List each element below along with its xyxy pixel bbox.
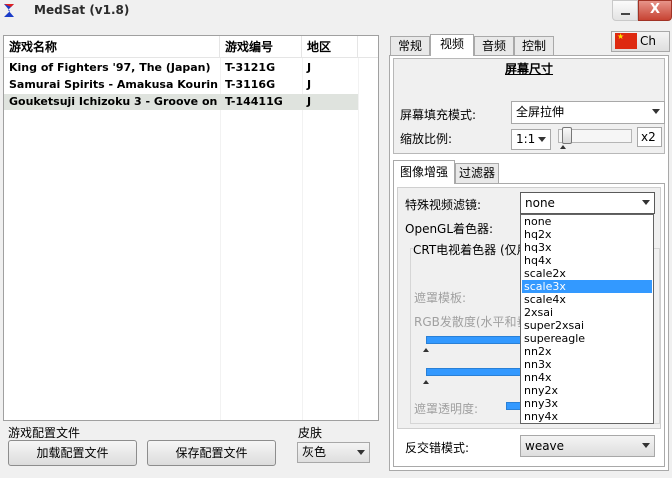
scale-multiplier: x2: [637, 127, 662, 147]
tab-controls[interactable]: 控制: [514, 36, 554, 56]
skin-value: 灰色: [302, 445, 327, 459]
game-region: J: [307, 61, 312, 74]
filter-value: none: [525, 196, 555, 210]
tab-general[interactable]: 常规: [390, 36, 430, 56]
table-row[interactable]: King of Fighters '97, The (Japan) T-3121…: [4, 60, 358, 76]
fill-mode-select[interactable]: 全屏拉伸: [511, 101, 665, 124]
table-row[interactable]: Samurai Spirits - Amakusa Kourin ... T-3…: [4, 77, 358, 93]
fill-mode-label: 屏幕填充模式:: [400, 108, 477, 122]
game-name: Gouketsuji Ichizoku 3 - Groove on ...: [9, 95, 220, 108]
game-name: King of Fighters '97, The (Japan): [9, 61, 211, 74]
load-config-button[interactable]: 加载配置文件: [8, 440, 137, 466]
filter-option-2xsai[interactable]: 2xsai: [522, 306, 652, 319]
save-config-button[interactable]: 保存配置文件: [147, 440, 276, 466]
deinterlace-label: 反交错模式:: [405, 441, 470, 455]
title-bar: MedSat (v1.8) X: [0, 0, 672, 26]
column-header-region[interactable]: 地区: [302, 36, 358, 58]
shader-label: OpenGL着色器:: [405, 222, 494, 236]
filter-select[interactable]: none: [520, 192, 655, 214]
filter-option-hq3x[interactable]: hq3x: [522, 241, 652, 254]
tab-filters[interactable]: 过滤器: [455, 163, 499, 183]
filter-option-nny4x[interactable]: nny4x: [522, 410, 652, 423]
chevron-down-icon: [534, 130, 550, 149]
list-header: 游戏名称 游戏编号 地区: [4, 36, 378, 58]
filter-option-nny3x[interactable]: nny3x: [522, 397, 652, 410]
scale-slider-handle[interactable]: [562, 127, 572, 144]
column-header-id[interactable]: 游戏编号: [220, 36, 302, 58]
filter-option-none[interactable]: none: [522, 215, 652, 228]
rgb-v-slider[interactable]: [426, 368, 522, 376]
app-logo-icon: [4, 4, 14, 17]
game-region: J: [307, 78, 312, 91]
close-icon: X: [649, 2, 661, 17]
filter-label: 特殊视频滤镜:: [405, 198, 482, 212]
game-list[interactable]: 游戏名称 游戏编号 地区 King of Fighters '97, The (…: [3, 35, 379, 421]
filter-option-nn2x[interactable]: nn2x: [522, 345, 652, 358]
filter-option-nn3x[interactable]: nn3x: [522, 358, 652, 371]
chevron-down-icon: [353, 443, 369, 462]
game-id: T-3116G: [225, 78, 276, 91]
scale-ratio-select[interactable]: 1:1: [511, 129, 551, 150]
filter-option-nn4x[interactable]: nn4x: [522, 371, 652, 384]
deinterlace-select[interactable]: weave: [520, 435, 655, 457]
chevron-down-icon: [638, 193, 654, 213]
chevron-down-icon: [638, 436, 654, 456]
chevron-down-icon: [648, 102, 664, 123]
filter-option-nny2x[interactable]: nny2x: [522, 384, 652, 397]
mask-opacity-label: 遮罩透明度:: [414, 402, 479, 416]
window-title: MedSat (v1.8): [34, 3, 130, 17]
game-region: J: [307, 95, 312, 108]
rgb-divergence-label: RGB发散度(水平和垂: [414, 315, 529, 329]
scale-label: 缩放比例:: [400, 132, 453, 146]
filter-option-scale2x[interactable]: scale2x: [522, 267, 652, 280]
minimize-button[interactable]: [612, 0, 638, 21]
skin-label: 皮肤: [298, 426, 323, 440]
filter-option-supereagle[interactable]: supereagle: [522, 332, 652, 345]
game-id: T-3121G: [225, 61, 276, 74]
tab-video[interactable]: 视频: [430, 34, 474, 56]
filter-option-hq2x[interactable]: hq2x: [522, 228, 652, 241]
mask-label: 遮罩模板:: [414, 291, 467, 305]
filter-option-scale4x[interactable]: scale4x: [522, 293, 652, 306]
tab-audio[interactable]: 音频: [474, 36, 514, 56]
scale-ratio-value: 1:1: [516, 132, 536, 146]
crt-label: CRT电视着色器 (仅用: [413, 241, 531, 258]
skin-select[interactable]: 灰色: [297, 442, 370, 463]
column-header-name[interactable]: 游戏名称: [4, 36, 220, 58]
config-group-label: 游戏配置文件: [8, 426, 81, 440]
game-name: Samurai Spirits - Amakusa Kourin ...: [9, 78, 220, 91]
table-row-selected[interactable]: Gouketsuji Ichizoku 3 - Groove on ... T-…: [4, 94, 358, 110]
screen-size-title: 屏幕尺寸: [505, 62, 554, 76]
close-button[interactable]: X: [638, 0, 672, 21]
game-id: T-14411G: [225, 95, 283, 108]
filter-option-hq4x[interactable]: hq4x: [522, 254, 652, 267]
china-flag-icon: ★: [615, 32, 637, 49]
tab-image-enhance[interactable]: 图像增强: [393, 160, 455, 184]
filter-option-scale3x-highlighted[interactable]: scale3x: [522, 280, 652, 293]
fill-mode-value: 全屏拉伸: [516, 105, 565, 119]
deinterlace-value: weave: [525, 439, 565, 453]
filter-option-super2xsai[interactable]: super2xsai: [522, 319, 652, 332]
filter-dropdown-list[interactable]: none hq2x hq3x hq4x scale2x scale3x scal…: [520, 214, 654, 424]
language-value: Ch: [640, 34, 656, 48]
rgb-h-slider[interactable]: [426, 336, 522, 344]
